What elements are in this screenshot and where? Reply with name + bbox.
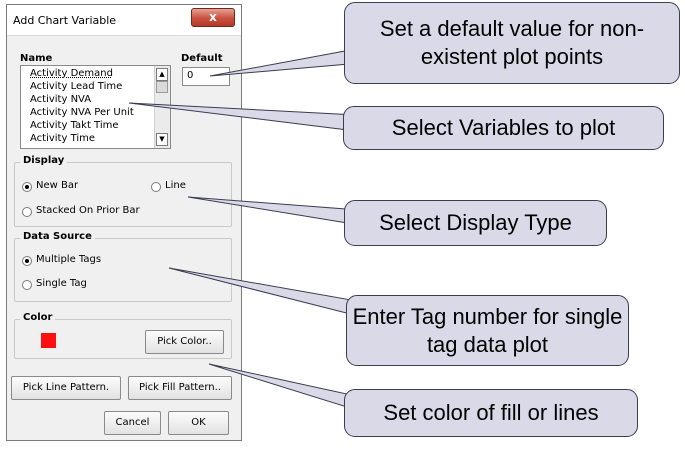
callout-default-value: Set a default value for non-existent plo… [344, 2, 680, 84]
callout-tag-number: Enter Tag number for single tag data plo… [346, 295, 629, 366]
callout-color: Set color of fill or lines [344, 389, 638, 437]
pointer-tag [168, 267, 375, 321]
callout-variables: Select Variables to plot [343, 106, 664, 150]
pointer-variables [128, 102, 357, 132]
callout-display-type: Select Display Type [344, 200, 607, 246]
